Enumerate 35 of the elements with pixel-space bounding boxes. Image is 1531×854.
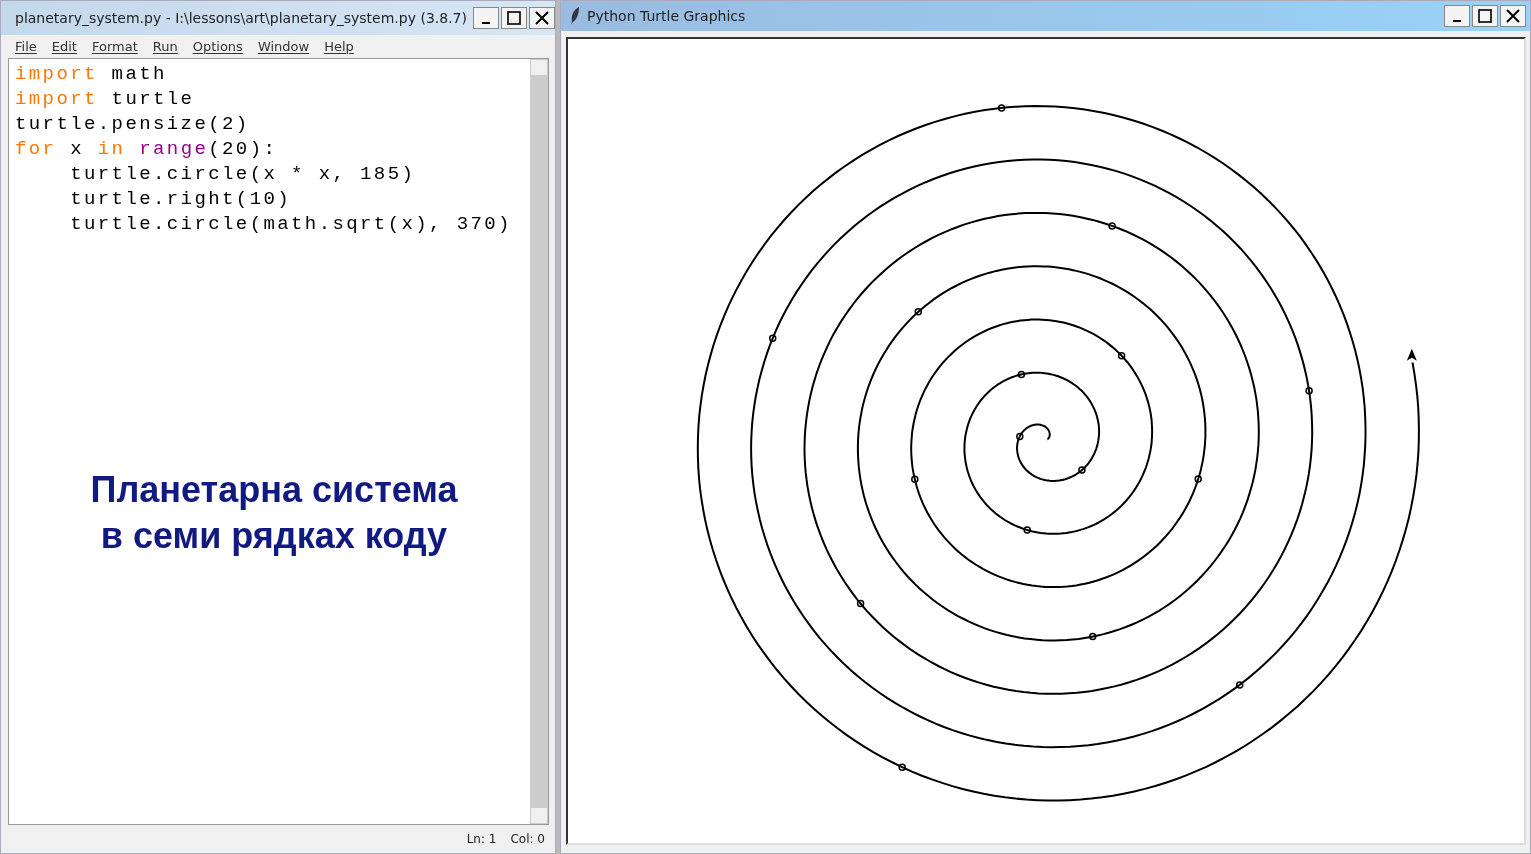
menu-item[interactable]: Options (192, 39, 243, 54)
turtle-arrow-icon (1406, 348, 1417, 361)
line-number-status: Ln: 1 (466, 832, 497, 846)
menu-item[interactable]: Format (91, 39, 138, 54)
code-line: import turtle (15, 87, 196, 112)
close-button[interactable] (528, 7, 555, 29)
minimize-icon (1453, 20, 1461, 22)
maximize-icon (1478, 9, 1492, 23)
column-status: Col: 0 (510, 832, 545, 846)
code-line: turtle.pensize(2) (15, 112, 251, 137)
scrollbar[interactable] (530, 59, 548, 824)
close-icon (1506, 9, 1520, 23)
menu-item[interactable]: File (15, 39, 37, 54)
minimize-button[interactable] (1444, 5, 1470, 27)
maximize-button[interactable] (500, 7, 527, 29)
feather-icon (569, 6, 581, 26)
caption-text: Планетарна система (89, 468, 459, 512)
menu-item[interactable]: Run (152, 39, 178, 54)
menu-item[interactable]: Window (257, 39, 310, 54)
code-line: for x in range(20): (15, 137, 279, 162)
minimize-icon (481, 22, 490, 24)
window-title: planetary_system.py - I:\lessons\art\planetary_system.py (3.8.7) (15, 10, 467, 26)
close-button[interactable] (1500, 5, 1526, 27)
code-line: turtle.circle(x * x, 185) (69, 162, 417, 187)
menu-item[interactable]: Help (324, 39, 354, 54)
minimize-button[interactable] (472, 7, 499, 29)
code-line: turtle.right(10) (69, 187, 293, 212)
window-title: Python Turtle Graphics (587, 8, 747, 24)
close-icon (534, 11, 549, 25)
caption-text: в семи рядках коду (99, 514, 449, 558)
maximize-icon (506, 11, 521, 25)
code-line: turtle.circle(math.sqrt(x), 370) (69, 212, 513, 237)
code-line: import math (15, 62, 168, 87)
maximize-button[interactable] (1472, 5, 1498, 27)
menu-item[interactable]: Edit (51, 39, 77, 54)
